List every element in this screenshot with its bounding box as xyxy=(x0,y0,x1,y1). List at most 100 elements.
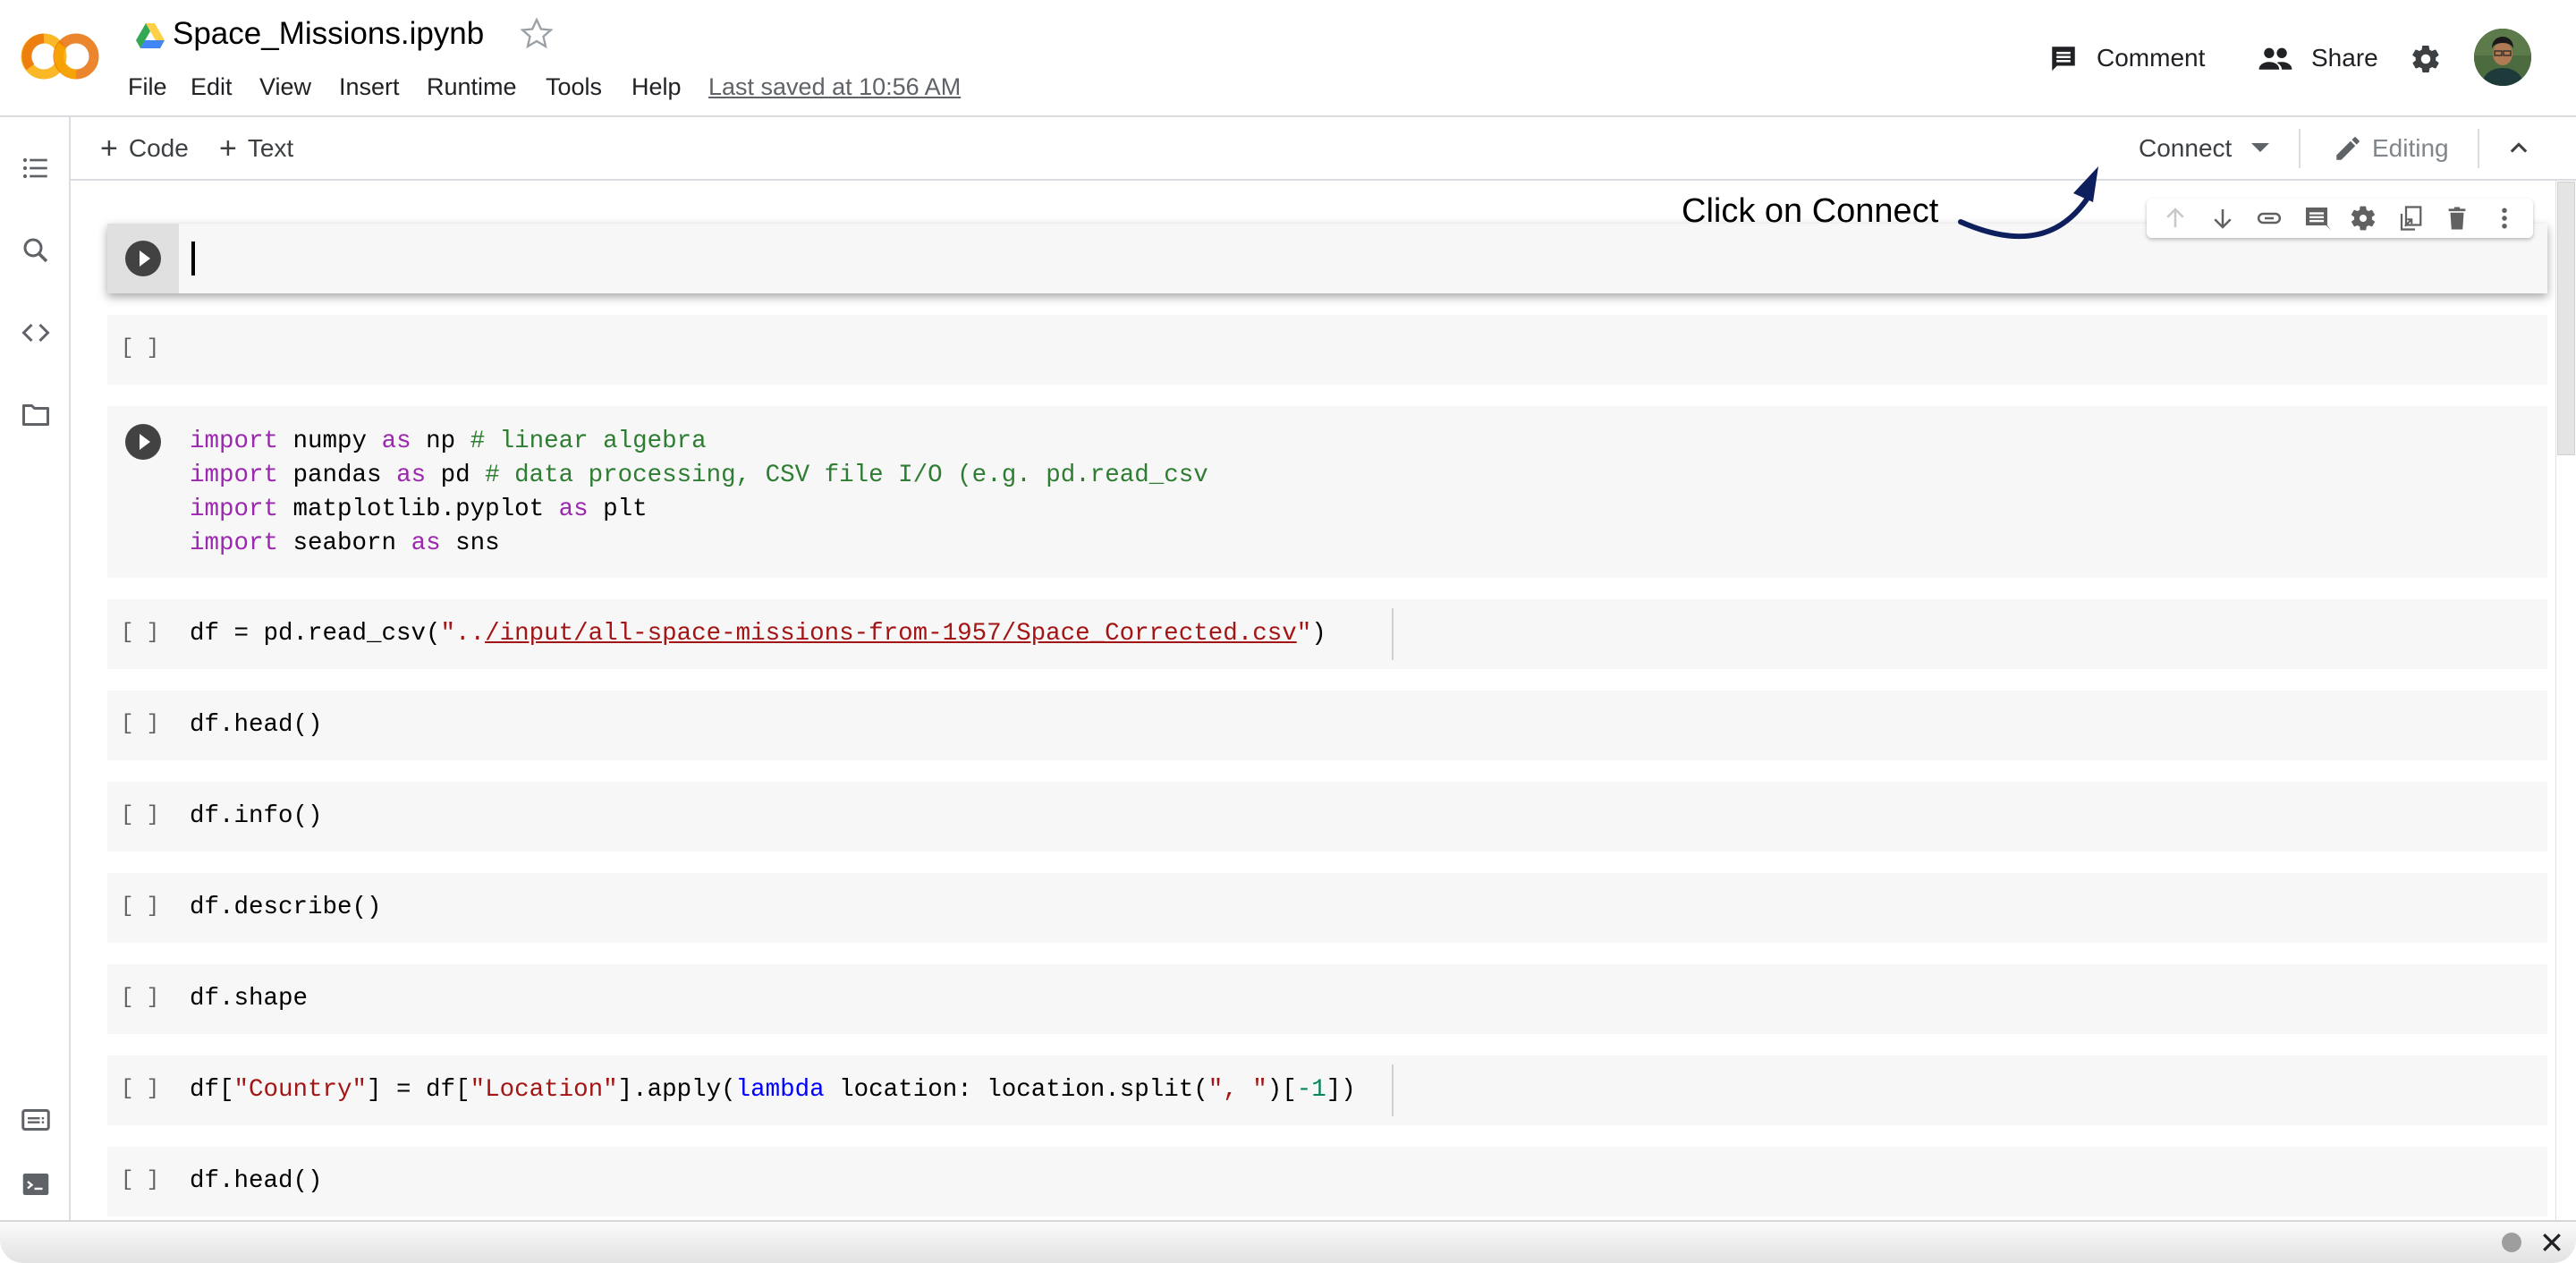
code-cell[interactable]: [ ] df.shape xyxy=(107,964,2547,1034)
code-icon[interactable] xyxy=(20,317,52,349)
link-button[interactable] xyxy=(2254,203,2284,233)
line-length-ruler xyxy=(1392,608,1394,660)
add-code-button[interactable]: + Code xyxy=(100,131,189,166)
code-editor[interactable]: df["Country"] = df["Location"].apply(lam… xyxy=(190,1073,1356,1107)
toolbar-divider xyxy=(2478,129,2479,168)
editing-mode-button[interactable]: Editing xyxy=(2333,131,2449,166)
list-icon[interactable] xyxy=(20,152,52,184)
execution-count: [ ] xyxy=(121,712,160,736)
code-editor[interactable]: import numpy as np # linear algebra impor… xyxy=(190,425,1208,561)
file-path-link[interactable]: /input/all-space-missions-from-1957/Spac… xyxy=(485,620,1297,648)
comment-button[interactable]: Comment xyxy=(2048,36,2205,81)
notebook-title[interactable]: Space_Missions.ipynb xyxy=(173,13,484,55)
code-token: seaborn xyxy=(278,530,411,557)
code-cell[interactable]: [ ] df.head() xyxy=(107,1147,2547,1216)
share-label: Share xyxy=(2311,44,2378,72)
more-options-button[interactable] xyxy=(2489,203,2520,233)
text-cursor xyxy=(191,242,195,275)
cell-settings-button[interactable] xyxy=(2348,203,2378,233)
add-code-label: Code xyxy=(128,134,189,162)
share-button[interactable]: Share xyxy=(2258,36,2378,81)
star-outline-icon[interactable] xyxy=(519,16,555,52)
last-saved-link[interactable]: Last saved at 10:56 AM xyxy=(708,70,961,104)
code-cell[interactable]: [ ] df.describe() xyxy=(107,873,2547,943)
code-cell[interactable]: [ ] df.head() xyxy=(107,691,2547,760)
delete-cell-button[interactable] xyxy=(2442,203,2472,233)
code-editor[interactable]: df.head() xyxy=(190,1165,323,1199)
code-cell[interactable]: [ ] df = pd.read_csv("../input/all-space… xyxy=(107,599,2547,669)
keyboard-icon[interactable] xyxy=(20,1104,52,1136)
execution-count: [ ] xyxy=(121,621,160,645)
menu-runtime[interactable]: Runtime xyxy=(427,70,517,104)
code-token: sns xyxy=(440,530,500,557)
keyword-token: as xyxy=(381,428,411,455)
execution-count: [ ] xyxy=(121,986,160,1010)
code-token: np xyxy=(411,428,470,455)
notebook-area: [ ] import numpy as np # linear algebra i… xyxy=(71,181,2555,1220)
execution-count: [ ] xyxy=(121,803,160,827)
run-cell-button[interactable] xyxy=(125,424,161,460)
plus-icon: + xyxy=(219,131,237,165)
add-text-button[interactable]: + Text xyxy=(219,131,293,166)
number-token: -1 xyxy=(1296,1076,1326,1104)
string-token: ".. xyxy=(440,620,486,648)
menu-insert[interactable]: Insert xyxy=(339,70,400,104)
code-token: pd xyxy=(426,462,486,489)
menu-tools[interactable]: Tools xyxy=(546,70,602,104)
code-editor[interactable]: df.info() xyxy=(190,800,323,834)
code-cell[interactable]: [ ] xyxy=(107,315,2547,385)
comment-icon xyxy=(2305,208,2331,231)
user-avatar[interactable] xyxy=(2474,29,2531,86)
code-editor[interactable]: df = pd.read_csv("../input/all-space-mis… xyxy=(190,617,1326,651)
code-editor[interactable]: df.shape xyxy=(190,982,308,1016)
code-cell[interactable]: [ ] df["Country"] = df["Location"].apply… xyxy=(107,1055,2547,1125)
code-token: ] = df[ xyxy=(367,1076,470,1104)
pencil-icon xyxy=(2336,137,2360,160)
run-cell-button[interactable] xyxy=(125,241,161,276)
line-length-ruler xyxy=(1392,1064,1394,1116)
code-cell[interactable]: [ ] df.info() xyxy=(107,782,2547,852)
arrow-up-icon xyxy=(2166,208,2184,227)
gear-icon[interactable] xyxy=(2410,43,2442,75)
string-token: "Country" xyxy=(233,1076,368,1104)
plus-icon: + xyxy=(100,131,118,165)
collapse-header-icon[interactable] xyxy=(2504,136,2533,161)
code-token: ]) xyxy=(1326,1076,1356,1104)
menu-file[interactable]: File xyxy=(128,70,167,104)
move-down-button[interactable] xyxy=(2207,203,2238,233)
gear-icon xyxy=(2351,206,2376,231)
menu-edit[interactable]: Edit xyxy=(191,70,233,104)
code-token: matplotlib.pyplot xyxy=(278,496,559,523)
people-icon xyxy=(2258,47,2292,70)
add-text-label: Text xyxy=(247,134,294,162)
add-comment-button[interactable] xyxy=(2301,203,2332,233)
code-editor[interactable]: df.head() xyxy=(190,708,323,742)
string-token: ", " xyxy=(1208,1076,1267,1104)
code-token: ) xyxy=(1311,620,1326,648)
code-line: import matplotlib.pyplot as plt xyxy=(190,493,1208,527)
close-icon[interactable] xyxy=(2538,1229,2565,1256)
colab-logo[interactable] xyxy=(20,31,100,81)
scrollbar-thumb[interactable] xyxy=(2557,182,2575,455)
terminal-icon[interactable] xyxy=(20,1168,52,1200)
search-icon[interactable] xyxy=(20,234,52,267)
move-up-button[interactable] xyxy=(2160,203,2190,233)
status-dot xyxy=(2502,1233,2521,1252)
caret-down-icon[interactable] xyxy=(2251,143,2270,154)
menu-help[interactable]: Help xyxy=(631,70,682,104)
code-token: plt xyxy=(588,496,648,523)
mirror-cell-button[interactable] xyxy=(2395,203,2426,233)
comment-token: # linear algebra xyxy=(470,428,707,455)
execution-count: [ ] xyxy=(121,1168,160,1192)
code-token: ].apply( xyxy=(617,1076,736,1104)
status-bar xyxy=(0,1220,2576,1263)
folder-icon[interactable] xyxy=(20,399,52,431)
code-line: import numpy as np # linear algebra xyxy=(190,425,1208,459)
menu-view[interactable]: View xyxy=(259,70,311,104)
keyword-token: as xyxy=(558,496,589,523)
comment-token: # data processing, CSV file I/O (e.g. pd… xyxy=(485,462,1208,489)
code-editor[interactable]: df.describe() xyxy=(190,891,382,925)
keyword-token: as xyxy=(411,530,441,557)
keyword-token: import xyxy=(190,496,279,523)
code-cell-imports[interactable]: import numpy as np # linear algebra impor… xyxy=(107,406,2547,578)
